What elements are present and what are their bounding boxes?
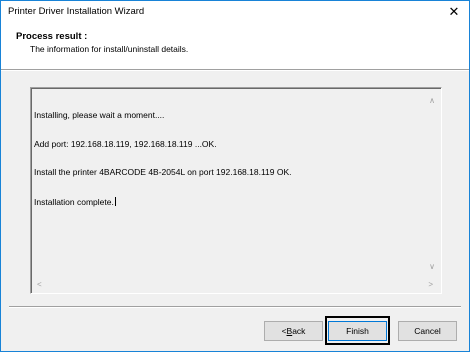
back-button[interactable]: < Back (264, 321, 323, 341)
header-subtitle: The information for install/uninstall de… (30, 44, 189, 54)
window-title: Printer Driver Installation Wizard (8, 6, 145, 17)
footer-divider (9, 306, 461, 308)
close-icon: ✕ (448, 4, 460, 19)
result-log-textarea[interactable]: Installing, please wait a moment.... Add… (30, 87, 442, 294)
scroll-right-icon[interactable]: > (428, 280, 433, 289)
wizard-header: Process result : The information for ins… (1, 23, 469, 69)
title-bar: Printer Driver Installation Wizard ✕ (1, 1, 469, 23)
header-title: Process result : (16, 31, 88, 42)
header-divider (1, 69, 469, 71)
log-line: Installing, please wait a moment.... (34, 110, 165, 120)
scroll-up-icon[interactable]: ∧ (429, 96, 435, 105)
log-line: Add port: 192.168.18.119, 192.168.18.119… (34, 138, 217, 149)
log-lines: Installing, please wait a moment.... Add… (34, 92, 421, 226)
log-line: Install the printer 4BARCODE 4B-2054L on… (34, 167, 292, 177)
finish-button[interactable]: Finish (328, 321, 387, 341)
log-line-last: Installation complete. (34, 196, 116, 207)
wizard-window: Printer Driver Installation Wizard ✕ Pro… (0, 0, 470, 352)
cancel-button[interactable]: Cancel (398, 321, 457, 341)
scroll-left-icon[interactable]: < (37, 280, 42, 289)
scroll-down-icon[interactable]: ∨ (429, 262, 435, 271)
text-caret (114, 196, 116, 206)
close-button[interactable]: ✕ (439, 1, 469, 23)
